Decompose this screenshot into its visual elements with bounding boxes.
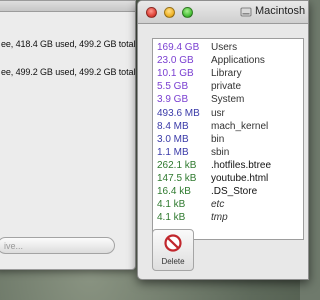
item-size: 16.4 kB bbox=[157, 186, 191, 198]
list-item[interactable]: 169.4 GB Users bbox=[153, 42, 303, 54]
item-name: .DS_Store bbox=[211, 186, 258, 198]
list-item[interactable]: 23.0 GB Applications bbox=[153, 55, 303, 67]
list-item[interactable]: 10.1 GB Library bbox=[153, 68, 303, 80]
item-name: usr bbox=[211, 107, 225, 119]
list-item[interactable]: 3.0 MB bin bbox=[153, 134, 303, 146]
item-size: 23.0 GB bbox=[157, 55, 194, 67]
left-window: ee, 418.4 GB used, 499.2 GB total ee, 49… bbox=[0, 0, 136, 270]
window-title: Macintosh bbox=[255, 5, 306, 17]
item-name: mach_kernel bbox=[211, 120, 269, 132]
volume-window: Macintosh 169.4 GB Users 23.0 GB Applicatio… bbox=[137, 0, 309, 280]
no-symbol-icon bbox=[164, 234, 182, 252]
list-item[interactable]: 5.5 GB private bbox=[153, 81, 303, 93]
item-size: 262.1 kB bbox=[157, 159, 197, 171]
delete-button[interactable]: Delete bbox=[152, 229, 194, 271]
list-item[interactable]: 4.1 kB tmp bbox=[153, 212, 303, 224]
disk-icon bbox=[240, 7, 252, 17]
item-name: etc bbox=[211, 199, 225, 211]
zoom-button[interactable] bbox=[182, 7, 193, 18]
item-size: 10.1 GB bbox=[157, 68, 194, 80]
item-size: 3.9 GB bbox=[157, 94, 189, 106]
item-size: 4.1 kB bbox=[157, 199, 186, 211]
item-name: youtube.html bbox=[211, 173, 269, 184]
item-name: bin bbox=[211, 133, 225, 145]
delete-label: Delete bbox=[161, 257, 185, 266]
left-window-titlebar bbox=[0, 1, 135, 12]
list-item[interactable]: 3.9 GB System bbox=[153, 94, 303, 106]
list-item[interactable]: 262.1 kB .hotfiles.btree bbox=[153, 160, 303, 172]
item-name: System bbox=[211, 94, 245, 106]
item-size: 1.1 MB bbox=[157, 146, 189, 158]
item-name: private bbox=[211, 81, 242, 93]
item-name: tmp bbox=[211, 212, 228, 224]
disk-usage-line-1: ee, 418.4 GB used, 499.2 GB total bbox=[1, 39, 136, 49]
item-size: 5.5 GB bbox=[157, 81, 189, 93]
item-size: 493.6 MB bbox=[157, 107, 200, 119]
list-item[interactable]: 4.1 kB etc bbox=[153, 199, 303, 211]
item-name: sbin bbox=[211, 146, 230, 158]
disk-usage-line-2: ee, 499.2 GB used, 499.2 GB total bbox=[1, 67, 136, 77]
list-item[interactable]: 147.5 kB youtube.html bbox=[153, 173, 303, 185]
list-item[interactable]: 16.4 kB .DS_Store bbox=[153, 186, 303, 198]
item-name: Applications bbox=[211, 55, 265, 67]
item-name: Library bbox=[211, 68, 242, 80]
choose-drive-button[interactable]: ive... bbox=[0, 237, 115, 254]
close-button[interactable] bbox=[146, 7, 157, 18]
item-name: .hotfiles.btree bbox=[211, 159, 272, 171]
file-size-list[interactable]: 169.4 GB Users 23.0 GB Applications 10.1 GB L… bbox=[152, 38, 304, 240]
item-name: Users bbox=[211, 42, 238, 53]
item-size: 3.0 MB bbox=[157, 133, 189, 145]
item-size: 147.5 kB bbox=[157, 173, 197, 184]
item-size: 169.4 GB bbox=[157, 42, 200, 53]
item-size: 4.1 kB bbox=[157, 212, 186, 224]
titlebar[interactable]: Macintosh bbox=[138, 1, 308, 24]
list-item[interactable]: 8.4 MB mach_kernel bbox=[153, 121, 303, 133]
item-size: 8.4 MB bbox=[157, 120, 189, 132]
list-item[interactable]: 1.1 MB sbin bbox=[153, 147, 303, 159]
list-item[interactable]: 493.6 MB usr bbox=[153, 108, 303, 120]
minimize-button[interactable] bbox=[164, 7, 175, 18]
